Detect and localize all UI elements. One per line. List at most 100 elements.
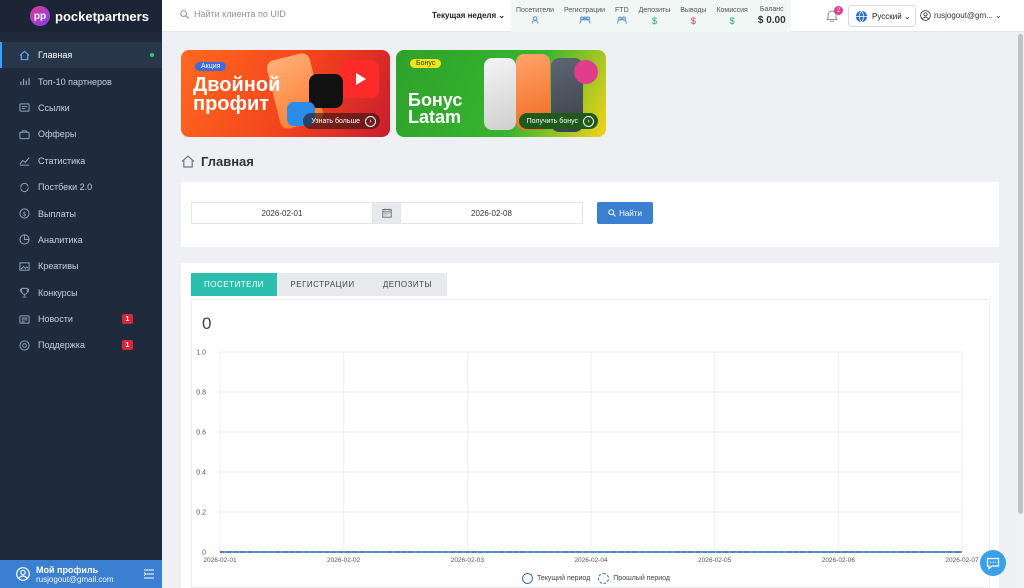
legend-item-current[interactable]: Текущий период <box>522 573 590 584</box>
sidebar-item-label: Главная <box>38 50 73 61</box>
sidebar-item-analytics[interactable]: Аналитика <box>0 227 162 253</box>
promo-banner-latam-bonus[interactable]: Бонус Бонус Latam Получить бонус › <box>396 50 606 137</box>
y-tick-label: 0.8 <box>196 390 206 397</box>
language-select[interactable]: Русский ⌄ <box>848 5 916 27</box>
analytics-icon <box>18 234 30 246</box>
profile-panel[interactable]: Мой профиль rusjogout@gmail.com <box>0 560 162 588</box>
x-tick-label: 2026-02-04 <box>574 557 608 564</box>
logo-mark-icon: pp <box>30 6 50 26</box>
x-tick-label: 2026-02-03 <box>451 557 485 564</box>
dollar-icon: $ <box>690 15 696 26</box>
news-icon <box>18 313 30 325</box>
scrollbar[interactable] <box>1017 32 1024 588</box>
stat-label: Выводы <box>680 6 707 14</box>
stat-ftd[interactable]: FTD <box>610 0 634 32</box>
tab-visitors[interactable]: ПОСЕТИТЕЛИ <box>191 273 277 296</box>
tab-deposits[interactable]: ДЕПОЗИТЫ <box>368 273 447 296</box>
stat-label: FTD <box>615 6 629 14</box>
sidebar-item-support[interactable]: Поддержка 1 <box>0 332 162 358</box>
arrow-right-icon: › <box>365 115 376 127</box>
sidebar-item-offers[interactable]: Офферы <box>0 121 162 147</box>
x-tick-label: 2026-02-05 <box>698 557 732 564</box>
sidebar: pp pocketpartners Главная Топ-10 партнер… <box>0 0 162 588</box>
tab-registrations[interactable]: РЕГИСТРАЦИИ <box>277 273 368 296</box>
y-tick-label: 0.6 <box>196 430 206 437</box>
search-button[interactable]: Найти <box>597 202 653 224</box>
stat-withdrawals[interactable]: Выводы $ <box>675 0 711 32</box>
profile-title: Мой профиль <box>36 564 99 575</box>
globe-icon <box>855 10 868 22</box>
scrollbar-thumb[interactable] <box>1018 34 1023 514</box>
sidebar-item-news[interactable]: Новости 1 <box>0 306 162 332</box>
legend-item-previous[interactable]: Прошлый период <box>598 573 670 584</box>
search-button-label: Найти <box>619 208 642 218</box>
dollar-icon: $ <box>729 15 735 26</box>
learn-more-button[interactable]: Узнать больше › <box>303 113 380 129</box>
promo-tag: Бонус <box>410 59 442 68</box>
logo[interactable]: pp pocketpartners <box>0 0 162 32</box>
sidebar-item-label: Поддержка <box>38 340 85 351</box>
stats-bar: Посетители Регистрации FTD Депозиты $ Вы… <box>511 0 791 32</box>
topbar: Найти клиента по UID Текущая неделя ⌄ По… <box>162 0 1024 32</box>
button-label: Получить бонус <box>526 117 578 125</box>
stat-label: Баланс <box>759 6 784 13</box>
stat-deposits[interactable]: Депозиты $ <box>634 0 676 32</box>
promo-title: Двойной профит <box>193 74 281 115</box>
user-circle-icon <box>16 567 30 581</box>
x-tick-label: 2026-02-06 <box>822 557 856 564</box>
chat-button[interactable] <box>980 550 1006 576</box>
sidebar-item-label: Новости <box>38 314 73 325</box>
chevron-down-icon: ⌄ <box>992 11 1002 20</box>
stat-label: Регистрации <box>563 6 606 14</box>
sidebar-item-links[interactable]: Ссылки <box>0 95 162 121</box>
trend-icon <box>18 155 30 167</box>
page-title: Главная <box>181 154 254 169</box>
chart-legend: Текущий период Прошлый период <box>522 573 678 584</box>
notification-badge: 2 <box>834 6 843 15</box>
stat-label: Депозиты <box>638 6 671 14</box>
page-title-text: Главная <box>201 154 254 169</box>
line-chart: 0 0.2 0.4 0.6 0.8 1.0 2026-02-01 2026-02-02 2026… <box>196 350 979 565</box>
sidebar-item-payouts[interactable]: $ Выплаты <box>0 200 162 226</box>
stats-tabs: ПОСЕТИТЕЛИ РЕГИСТРАЦИИ ДЕПОЗИТЫ <box>191 273 447 296</box>
x-tick-label: 2026-02-02 <box>327 557 361 564</box>
sidebar-item-creatives[interactable]: Креативы <box>0 253 162 279</box>
briefcase-icon <box>18 128 30 140</box>
home-icon <box>18 49 30 61</box>
legend-label: Прошлый период <box>613 575 670 582</box>
legend-label: Текущий период <box>537 575 591 582</box>
sidebar-item-label: Офферы <box>38 129 77 140</box>
sidebar-item-top10[interactable]: Топ-10 партнеров <box>0 68 162 94</box>
sidebar-item-postbacks[interactable]: Постбеки 2.0 <box>0 174 162 200</box>
tiktok-logo <box>309 74 343 108</box>
sidebar-item-label: Выплаты <box>38 208 76 219</box>
y-tick-label: 1.0 <box>196 350 206 357</box>
user-menu[interactable]: rusjogout@gm... ⌄ <box>920 10 1002 21</box>
stat-visitors[interactable]: Посетители <box>511 0 559 32</box>
y-tick-label: 0.2 <box>196 510 206 517</box>
profile-email: rusjogout@gmail.com <box>36 574 114 584</box>
users-icon <box>579 16 591 26</box>
home-icon <box>181 155 195 168</box>
y-tick-label: 0 <box>202 550 206 557</box>
user-circle-icon <box>920 10 931 21</box>
promo-banner-double-profit[interactable]: Акция Двойной профит Узнать больше › <box>181 50 390 137</box>
search-placeholder: Найти клиента по UID <box>194 9 286 19</box>
svg-text:$: $ <box>22 210 26 218</box>
sidebar-item-contests[interactable]: Конкурсы <box>0 280 162 306</box>
sidebar-item-home[interactable]: Главная <box>0 42 162 69</box>
stats-card: ПОСЕТИТЕЛИ РЕГИСТРАЦИИ ДЕПОЗИТЫ 0 0 0.2 0.… <box>181 263 999 588</box>
sidebar-item-statistics[interactable]: Статистика <box>0 148 162 174</box>
stat-balance[interactable]: Баланс $ 0.00 <box>753 0 791 32</box>
get-bonus-button[interactable]: Получить бонус › <box>518 113 598 129</box>
date-to-input[interactable]: 2026-02-08 <box>400 202 583 224</box>
stat-registrations[interactable]: Регистрации <box>559 0 610 32</box>
promo-title: Бонус Latam <box>408 90 463 127</box>
calendar-icon[interactable] <box>373 202 400 224</box>
collapse-menu-icon[interactable] <box>144 569 154 579</box>
stat-commission[interactable]: Комиссия $ <box>711 0 752 32</box>
period-select[interactable]: Текущая неделя ⌄ <box>432 11 505 20</box>
date-from-input[interactable]: 2026-02-01 <box>191 202 373 224</box>
search-input[interactable]: Найти клиента по UID <box>180 9 286 19</box>
stat-label: Комиссия <box>716 6 748 14</box>
